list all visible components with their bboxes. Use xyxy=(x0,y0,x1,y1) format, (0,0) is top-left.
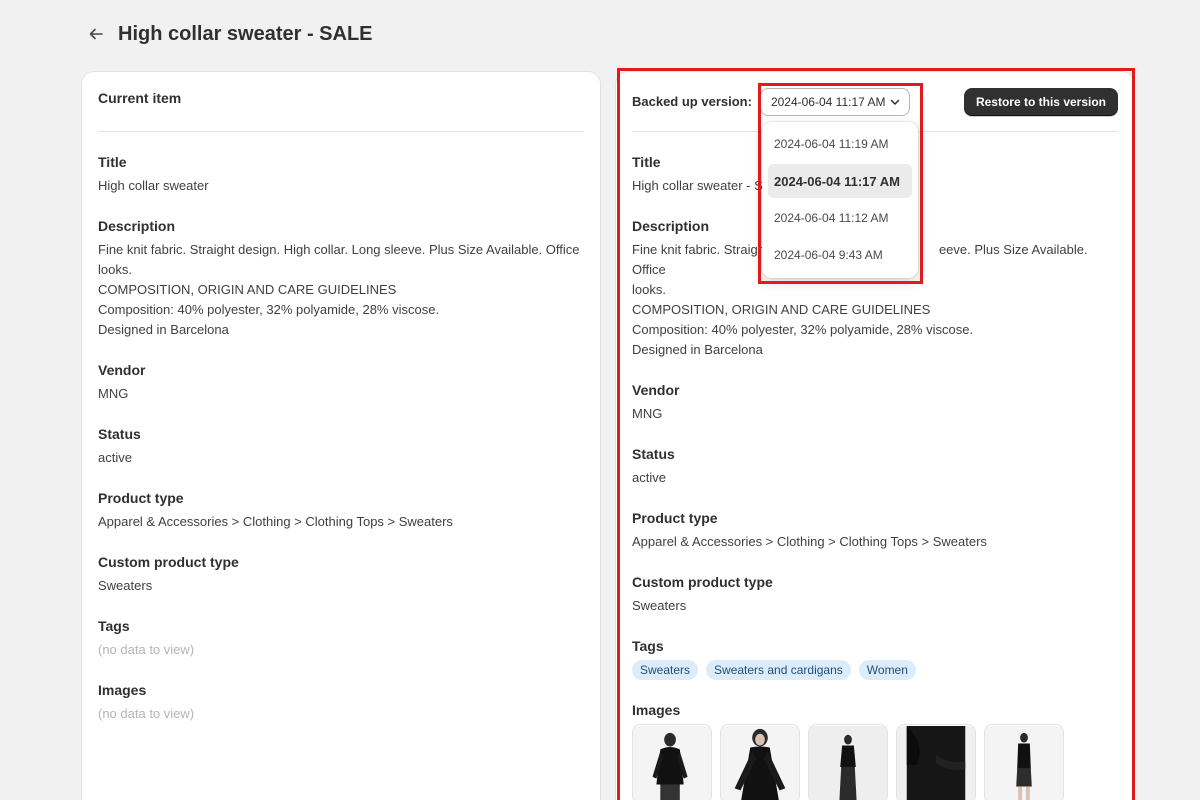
custom-product-type-field: Custom product type Sweaters xyxy=(98,552,584,596)
product-type-value: Apparel & Accessories > Clothing > Cloth… xyxy=(632,534,987,549)
version-option-selected[interactable]: 2024-06-04 11:17 AM xyxy=(768,164,912,198)
description-line: Designed in Barcelona xyxy=(632,342,763,357)
description-line: Composition: 40% polyester, 32% polyamid… xyxy=(98,302,440,317)
version-select-value: 2024-06-04 11:17 AM xyxy=(770,94,886,109)
product-image-thumbnail[interactable] xyxy=(808,724,888,800)
product-type-label: Product type xyxy=(632,510,718,526)
tag-badge: Sweaters and cardigans xyxy=(706,660,851,680)
description-line: COMPOSITION, ORIGIN AND CARE GUIDELINES xyxy=(98,282,397,297)
arrow-left-icon[interactable] xyxy=(84,20,108,48)
tags-label: Tags xyxy=(632,638,664,654)
description-line: looks. xyxy=(632,282,666,297)
tags-empty: (no data to view) xyxy=(98,642,195,657)
title-label: Title xyxy=(98,154,127,170)
current-item-card: Current item Title High collar sweater D… xyxy=(82,72,600,800)
description-line: Composition: 40% polyester, 32% polyamid… xyxy=(632,322,974,337)
product-image-thumbnail[interactable] xyxy=(632,724,712,800)
image-gallery xyxy=(632,724,1118,800)
version-option[interactable]: 2024-06-04 9:43 AM xyxy=(768,238,912,272)
page-title: High collar sweater - SALE xyxy=(118,22,373,45)
product-type-field: Product type Apparel & Accessories > Clo… xyxy=(632,508,1118,552)
custom-product-type-value: Sweaters xyxy=(632,598,687,613)
images-field: Images (no data to view) xyxy=(98,680,584,724)
description-value: Fine knit fabric. Straight design. High … xyxy=(98,240,584,340)
vendor-label: Vendor xyxy=(632,382,680,398)
version-option[interactable]: 2024-06-04 11:12 AM xyxy=(768,201,912,235)
custom-product-type-label: Custom product type xyxy=(98,554,239,570)
product-image-thumbnail[interactable] xyxy=(984,724,1064,800)
title-value: High collar sweater xyxy=(98,178,209,193)
description-line: Fine knit fabric. Straight design. High … xyxy=(98,242,580,257)
version-dropdown-menu: 2024-06-04 11:19 AM 2024-06-04 11:17 AM … xyxy=(762,122,918,278)
status-value: active xyxy=(98,450,132,465)
images-label: Images xyxy=(98,682,147,698)
vendor-value: MNG xyxy=(98,386,129,401)
custom-product-type-field: Custom product type Sweaters xyxy=(632,572,1118,616)
version-select[interactable]: 2024-06-04 11:17 AM xyxy=(759,87,910,116)
description-line: COMPOSITION, ORIGIN AND CARE GUIDELINES xyxy=(632,302,931,317)
images-empty: (no data to view) xyxy=(98,706,195,721)
product-image-thumbnail[interactable] xyxy=(896,724,976,800)
description-field: Description Fine knit fabric. Straight d… xyxy=(98,216,584,340)
restore-version-button[interactable]: Restore to this version xyxy=(963,88,1118,116)
title-field: Title High collar sweater xyxy=(98,152,584,196)
page-header: High collar sweater - SALE xyxy=(84,20,373,48)
vendor-field: Vendor MNG xyxy=(98,360,584,404)
tag-badge: Women xyxy=(858,660,916,680)
version-label: Backed up version: xyxy=(632,94,752,109)
description-line-head: Fine knit fabric. Straigh xyxy=(632,242,765,257)
status-label: Status xyxy=(98,426,141,442)
status-value: active xyxy=(632,470,666,485)
product-type-value: Apparel & Accessories > Clothing > Cloth… xyxy=(98,514,453,529)
status-field: Status active xyxy=(98,424,584,468)
version-option[interactable]: 2024-06-04 11:19 AM xyxy=(768,127,912,161)
status-label: Status xyxy=(632,446,675,462)
current-item-header: Current item xyxy=(98,72,584,132)
vendor-field: Vendor MNG xyxy=(632,380,1118,424)
tags-field: Tags (no data to view) xyxy=(98,616,584,660)
images-field: Images xyxy=(632,700,1118,800)
description-line: Designed in Barcelona xyxy=(98,322,229,337)
product-image-thumbnail[interactable] xyxy=(720,724,800,800)
description-label: Description xyxy=(98,218,176,234)
tag-list: Sweaters Sweaters and cardigans Women xyxy=(632,660,1118,680)
product-type-label: Product type xyxy=(98,490,184,506)
tags-field: Tags Sweaters Sweaters and cardigans Wom… xyxy=(632,636,1118,680)
chevron-down-icon xyxy=(889,96,901,108)
product-type-field: Product type Apparel & Accessories > Clo… xyxy=(98,488,584,532)
custom-product-type-label: Custom product type xyxy=(632,574,773,590)
images-label: Images xyxy=(632,702,681,718)
tags-label: Tags xyxy=(98,618,130,634)
description-line: looks. xyxy=(98,262,132,277)
status-field: Status active xyxy=(632,444,1118,488)
vendor-label: Vendor xyxy=(98,362,146,378)
tag-badge: Sweaters xyxy=(632,660,699,680)
custom-product-type-value: Sweaters xyxy=(98,578,153,593)
current-item-heading: Current item xyxy=(98,89,182,106)
page: High collar sweater - SALE Current item … xyxy=(0,0,1200,800)
vendor-value: MNG xyxy=(632,406,663,421)
